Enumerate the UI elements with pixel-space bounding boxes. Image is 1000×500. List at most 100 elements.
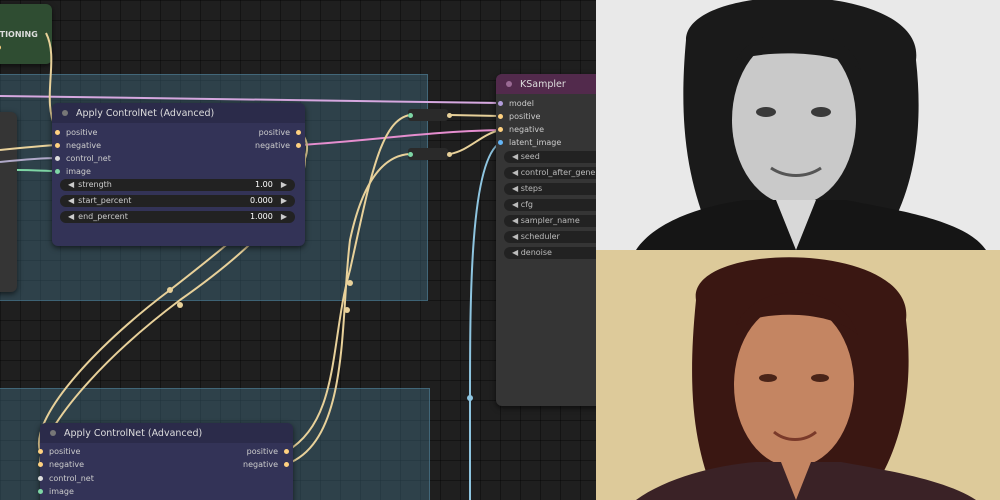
input-label: negative (49, 460, 84, 469)
input-port-image[interactable]: image (38, 485, 74, 498)
output-port-negative[interactable]: negative (255, 139, 301, 152)
widget-label: denoise (520, 248, 552, 257)
input-pin[interactable] (38, 489, 43, 494)
right-arrow-icon[interactable]: ▶ (281, 179, 287, 191)
widget-label: end_percent (78, 212, 128, 221)
input-label: model (509, 99, 534, 108)
widget-label: seed (520, 152, 540, 161)
widget-label: control_after_generate (520, 168, 596, 177)
control-after-generate-widget[interactable]: ◀ control_after_generate (504, 167, 596, 179)
input-port-control-net[interactable]: control_net (55, 152, 111, 165)
input-port-negative[interactable]: negative (38, 458, 84, 471)
input-label: image (49, 487, 74, 496)
right-arrow-icon[interactable]: ▶ (281, 195, 287, 207)
node-title: Apply ControlNet (Advanced) (64, 427, 203, 439)
node-title-bar[interactable]: KSampler (496, 74, 596, 94)
steps-widget[interactable]: ◀ steps (504, 183, 596, 195)
node-title: Apply ControlNet (Advanced) (76, 107, 215, 119)
sampler-name-widget[interactable]: ◀ sampler_name (504, 215, 596, 227)
input-port-positive[interactable]: positive (498, 110, 540, 123)
input-label: latent_image (509, 138, 562, 147)
input-pin[interactable] (38, 476, 43, 481)
input-label: positive (509, 112, 541, 121)
input-port-latent-image[interactable]: latent_image (498, 136, 561, 149)
conditioning-output-pin[interactable] (0, 45, 1, 50)
reroute-node-2[interactable] (408, 148, 452, 160)
right-arrow-icon[interactable]: ▶ (281, 211, 287, 223)
node-title-bar[interactable]: Apply ControlNet (Advanced) (52, 103, 305, 123)
wire-reroute1-pos (449, 114, 501, 117)
collapse-dot-icon[interactable] (506, 81, 512, 87)
input-pin[interactable] (55, 156, 60, 161)
denoise-widget[interactable]: ◀ denoise (504, 247, 596, 259)
input-label: positive (66, 128, 98, 137)
widget-value: 0.000 (249, 196, 273, 205)
widget-label: scheduler (520, 232, 560, 241)
widget-label: sampler_name (520, 216, 580, 225)
output-port-positive[interactable]: positive (259, 126, 301, 139)
output-label: positive (258, 128, 290, 137)
input-pin[interactable] (55, 143, 60, 148)
output-label: positive (246, 447, 278, 456)
output-pin[interactable] (284, 449, 289, 454)
conditioning-output-port[interactable]: DITIONING (0, 28, 48, 50)
input-label: image (66, 167, 91, 176)
output-label: negative (243, 460, 278, 469)
widget-label: steps (520, 184, 543, 193)
widget-label: start_percent (78, 196, 132, 205)
output-label: negative (255, 141, 290, 150)
reroute-1-in-pin[interactable] (408, 113, 413, 118)
ksampler-node[interactable]: KSampler model positive negative latent_… (496, 74, 596, 406)
input-port-model[interactable]: model (498, 97, 534, 110)
collapse-dot-icon[interactable] (50, 430, 56, 436)
input-label: control_net (66, 154, 111, 163)
input-label: positive (49, 447, 81, 456)
output-port-positive[interactable]: positive (247, 445, 289, 458)
apply-controlnet-node-1[interactable]: Apply ControlNet (Advanced) positive neg… (52, 103, 305, 246)
input-pin[interactable] (498, 127, 503, 132)
scheduler-widget[interactable]: ◀ scheduler (504, 231, 596, 243)
input-pin[interactable] (38, 462, 43, 467)
seed-widget[interactable]: ◀ seed (504, 151, 596, 163)
input-pin[interactable] (55, 169, 60, 174)
input-pin[interactable] (55, 130, 60, 135)
input-pin[interactable] (498, 140, 503, 145)
input-port-control-net[interactable]: control_net (38, 472, 94, 485)
input-label: negative (66, 141, 101, 150)
end-percent-slider[interactable]: ◀ end_percent 1.000 ▶ (60, 211, 295, 223)
widget-label: strength (78, 180, 112, 189)
output-pin[interactable] (296, 130, 301, 135)
input-port-image[interactable]: image (55, 165, 91, 178)
collapse-dot-icon[interactable] (62, 110, 68, 116)
reference-photo-bw (596, 0, 1000, 250)
output-pin[interactable] (284, 462, 289, 467)
wire-reroute2-neg (449, 129, 501, 155)
input-pin[interactable] (498, 101, 503, 106)
input-port-positive[interactable]: positive (38, 445, 80, 458)
partial-node-left[interactable] (0, 112, 17, 292)
strength-slider[interactable]: ◀ strength 1.00 ▶ (60, 179, 295, 191)
input-port-negative[interactable]: negative (498, 123, 544, 136)
input-port-positive[interactable]: positive (55, 126, 97, 139)
reroute-1-out-pin[interactable] (447, 113, 452, 118)
node-graph-canvas[interactable]: DITIONING (0, 0, 596, 500)
node-title-bar[interactable]: Apply ControlNet (Advanced) (40, 423, 293, 443)
output-pin[interactable] (296, 143, 301, 148)
generated-photo-color (596, 250, 1000, 500)
widget-label: cfg (520, 200, 533, 209)
cfg-widget[interactable]: ◀ cfg (504, 199, 596, 211)
conditioning-node[interactable]: DITIONING (0, 4, 52, 64)
apply-controlnet-node-2[interactable]: Apply ControlNet (Advanced) positive neg… (38, 423, 293, 500)
widget-value: 1.000 (249, 212, 273, 221)
output-port-negative[interactable]: negative (243, 458, 289, 471)
input-pin[interactable] (38, 449, 43, 454)
input-label: negative (509, 125, 544, 134)
input-port-negative[interactable]: negative (55, 139, 101, 152)
reroute-2-out-pin[interactable] (447, 152, 452, 157)
widget-value: 1.00 (255, 180, 273, 189)
start-percent-slider[interactable]: ◀ start_percent 0.000 ▶ (60, 195, 295, 207)
conditioning-output-label: DITIONING (0, 30, 38, 39)
reroute-2-in-pin[interactable] (408, 152, 413, 157)
reroute-node-1[interactable] (408, 109, 452, 121)
input-pin[interactable] (498, 114, 503, 119)
